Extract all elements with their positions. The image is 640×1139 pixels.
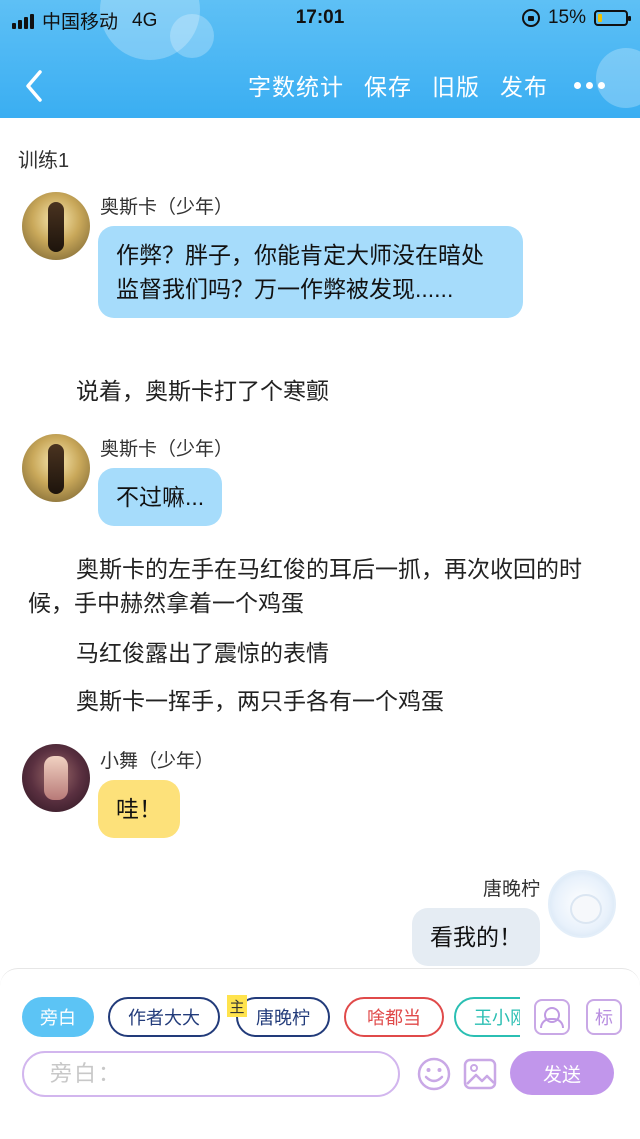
back-icon[interactable] (18, 66, 52, 106)
speaker-name: 小舞（少年） (100, 751, 215, 772)
narration-line[interactable]: 奥斯卡一挥手，两只手各有一个鸡蛋 (28, 684, 618, 718)
narration-line[interactable]: 马红俊露出了震惊的表情 (28, 636, 618, 670)
role-chip-any[interactable]: 啥都当 (344, 997, 444, 1037)
dialog-bubble[interactable]: 看我的！ (412, 908, 540, 966)
dialog-bubble[interactable]: 哇！ (98, 780, 180, 838)
image-icon[interactable] (462, 1056, 498, 1092)
avatar-oscar[interactable] (22, 192, 90, 260)
narration-line[interactable]: 说着，奥斯卡打了个寒颤 (28, 374, 618, 408)
dialog-bubble[interactable]: 不过嘛... (98, 468, 223, 526)
speaker-name: 奥斯卡（少年） (100, 439, 234, 460)
nav-bar: 字数统计 保存 旧版 发布 (0, 60, 640, 110)
composer-panel: 旁白 作者大大 主 唐晚柠 啥都当 玉小刚 标 发送 (0, 968, 640, 1139)
word-count-button[interactable]: 字数统计 (248, 68, 344, 102)
role-selector[interactable]: 旁白 作者大大 主 唐晚柠 啥都当 玉小刚 (22, 995, 520, 1039)
more-icon[interactable] (574, 70, 610, 100)
role-chip-narrator[interactable]: 旁白 (22, 997, 94, 1037)
nav-actions: 字数统计 保存 旧版 发布 (248, 68, 548, 102)
speaker-name: 奥斯卡（少年） (100, 197, 234, 218)
status-bar: 中国移动 4G 17:01 15% (0, 0, 640, 36)
save-button[interactable]: 保存 (364, 68, 412, 102)
publish-button[interactable]: 发布 (500, 68, 548, 102)
input-row: 发送 (22, 1051, 622, 1097)
tag-button[interactable]: 标 (586, 999, 622, 1035)
role-chip-tang-wanning[interactable]: 唐晚柠 (236, 997, 330, 1037)
chapter-title: 训练1 (18, 150, 70, 172)
app-header: 中国移动 4G 17:01 15% 字数统计 保存 旧版 发布 (0, 0, 640, 118)
role-chip-author[interactable]: 作者大大 (108, 997, 220, 1037)
battery-percent: 15% (547, 7, 586, 28)
battery-level (598, 14, 602, 22)
main-role-badge: 主 (227, 995, 247, 1017)
avatar-xiaowu[interactable] (22, 744, 90, 812)
smiley-icon[interactable] (416, 1056, 452, 1092)
dialog-bubble[interactable]: 作弊？胖子，你能肯定大师没在暗处监督我们吗？万一作弊被发现...... (98, 226, 523, 318)
role-chip-yu-xiaogang[interactable]: 玉小刚 (454, 997, 520, 1037)
story-content[interactable]: 训练1 奥斯卡（少年） 作弊？胖子，你能肯定大师没在暗处监督我们吗？万一作弊被发… (0, 118, 640, 968)
orientation-lock-icon (521, 9, 540, 27)
avatar-oscar[interactable] (22, 434, 90, 502)
avatar-tang-wanning[interactable] (548, 870, 616, 938)
person-card-icon[interactable] (534, 999, 570, 1035)
send-button[interactable]: 发送 (510, 1051, 614, 1095)
speaker-name: 唐晚柠 (482, 879, 540, 900)
message-input[interactable] (22, 1051, 400, 1097)
narration-line[interactable]: 奥斯卡的左手在马红俊的耳后一抓，再次收回的时候，手中赫然拿着一个鸡蛋 (28, 552, 614, 620)
battery-icon (594, 10, 631, 26)
old-version-button[interactable]: 旧版 (432, 68, 480, 102)
